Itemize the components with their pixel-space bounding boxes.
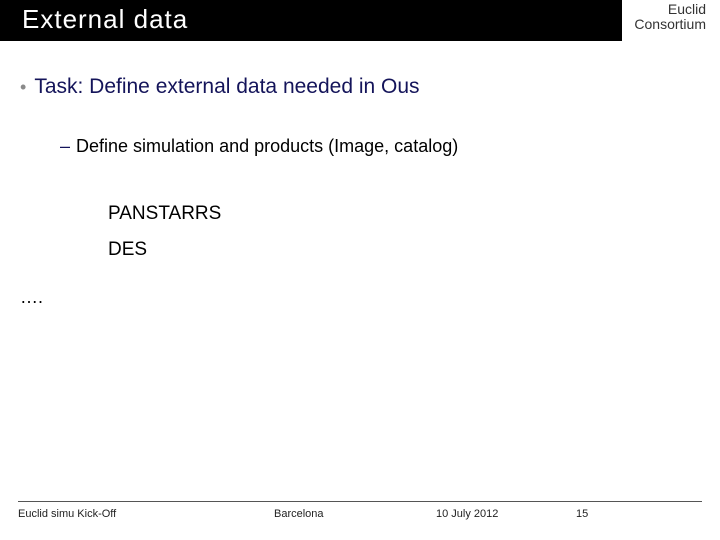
footer-date: 10 July 2012 — [436, 508, 576, 520]
bullet-icon: • — [20, 75, 26, 100]
brand-line2: Consortium — [634, 17, 706, 32]
slide-title: External data — [22, 4, 188, 34]
slide-title-bar: External data — [0, 0, 622, 41]
footer-title: Euclid simu Kick-Off — [18, 508, 274, 520]
slide-footer: Euclid simu Kick-Off Barcelona 10 July 2… — [18, 501, 702, 520]
footer-page: 15 — [576, 508, 616, 520]
sub-bullet-text: Define simulation and products (Image, c… — [76, 136, 458, 157]
main-bullet-text: Task: Define external data needed in Ous — [34, 75, 419, 99]
dash-icon: – — [60, 136, 70, 157]
footer-place: Barcelona — [274, 508, 436, 520]
brand-label: Euclid Consortium — [634, 2, 706, 33]
main-bullet: • Task: Define external data needed in O… — [20, 75, 720, 100]
slide-body: • Task: Define external data needed in O… — [0, 41, 720, 308]
list-item: DES — [108, 239, 720, 261]
list-item: PANSTARRS — [108, 203, 720, 225]
brand-line1: Euclid — [634, 2, 706, 17]
ellipsis-text: …. — [20, 287, 720, 308]
sub-bullet: – Define simulation and products (Image,… — [60, 136, 720, 157]
